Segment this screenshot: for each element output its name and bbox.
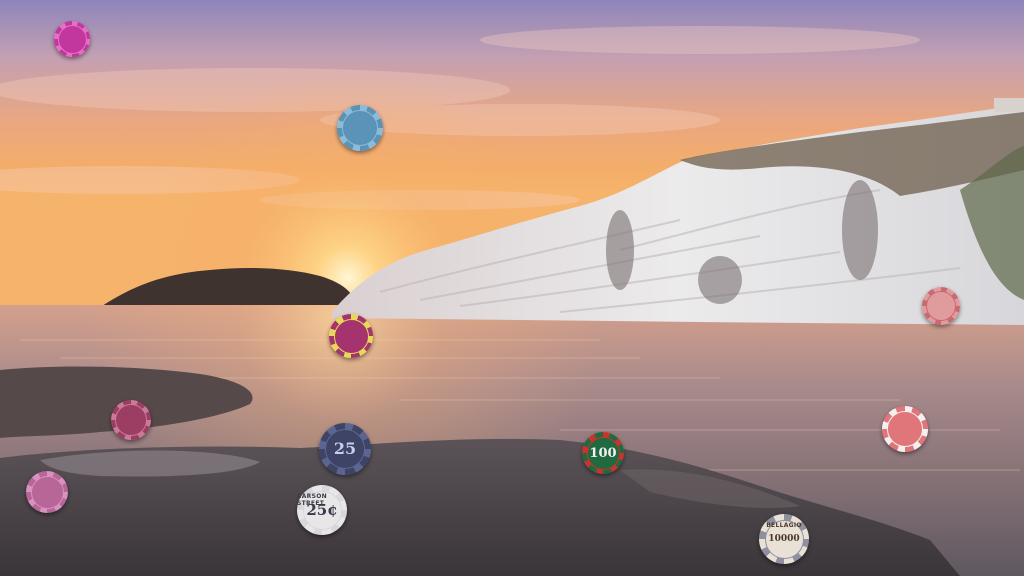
- chip-value: 10000: [768, 533, 800, 544]
- chip-value: 25¢: [306, 500, 338, 519]
- casino-chip[interactable]: [882, 406, 928, 452]
- chip-face: [926, 291, 956, 321]
- casino-chip[interactable]: 100: [582, 432, 624, 474]
- casino-chip[interactable]: [922, 287, 960, 325]
- casino-chip[interactable]: [111, 400, 151, 440]
- chip-face: 100: [586, 436, 620, 470]
- casino-chip[interactable]: [329, 314, 373, 358]
- casino-chip[interactable]: [26, 471, 68, 513]
- casino-chip[interactable]: [337, 105, 383, 151]
- casino-chip[interactable]: 25¢ CARSON STREET: [297, 485, 347, 535]
- chip-face: [57, 24, 87, 54]
- sunset-scene: [0, 0, 1024, 576]
- casino-chip[interactable]: 25: [319, 423, 371, 475]
- chip-face: [887, 411, 923, 447]
- chip-face: 25¢: [302, 490, 342, 530]
- casino-chip[interactable]: 10000 BELLAGIO: [759, 514, 809, 564]
- casino-chip[interactable]: [54, 21, 90, 57]
- chip-value: 100: [589, 445, 617, 461]
- building: [994, 98, 1024, 112]
- chip-value: 25: [333, 439, 357, 458]
- chip-face: [115, 404, 147, 436]
- chip-face: [342, 110, 378, 146]
- chip-face: [333, 318, 369, 354]
- chip-face: [30, 475, 64, 509]
- chip-face: 25: [325, 429, 365, 469]
- chip-face: 10000: [764, 519, 804, 559]
